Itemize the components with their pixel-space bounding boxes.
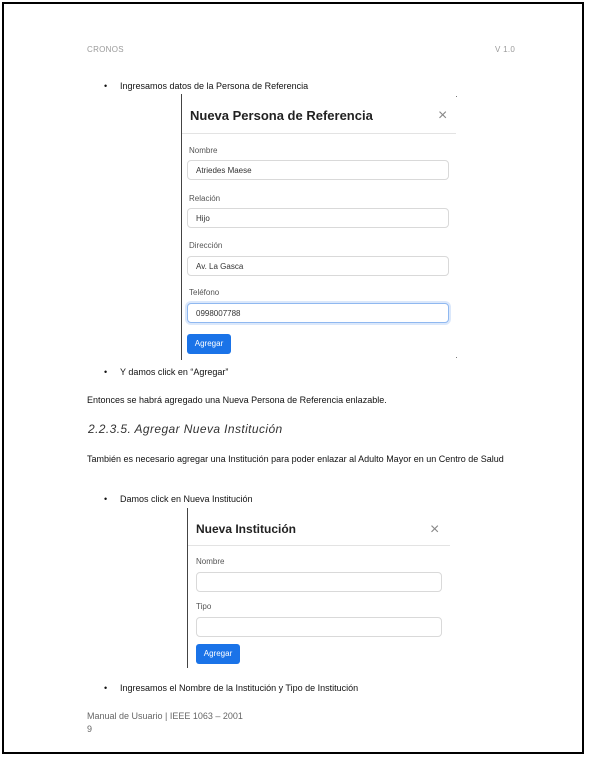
field-label-direccion: Dirección (189, 241, 223, 250)
field-label-tipo: Tipo (196, 602, 212, 611)
modal-divider (188, 545, 450, 546)
agregar-button[interactable]: Agregar (196, 644, 240, 664)
field-label-nombre: Nombre (196, 557, 225, 566)
section-heading: 2.2.3.5. Agregar Nueva Institución (88, 422, 283, 436)
bullet-text: Ingresamos datos de la Persona de Refere… (120, 81, 309, 91)
header-app-name: CRONOS (87, 45, 124, 54)
modal-divider (182, 133, 456, 134)
telefono-input[interactable]: 0998007788 (187, 303, 449, 323)
paragraph: También es necesario agregar una Institu… (87, 454, 504, 464)
close-icon[interactable]: × (430, 522, 439, 538)
tipo-input[interactable] (196, 617, 442, 637)
modal-nueva-institucion: Nueva Institución × Nombre Tipo Agregar (188, 511, 450, 669)
direccion-input[interactable]: Av. La Gasca (187, 256, 449, 276)
bullet-dot: • (104, 367, 108, 377)
field-label-nombre: Nombre (189, 146, 218, 155)
header-version: V 1.0 (495, 45, 516, 54)
close-icon[interactable]: × (438, 108, 447, 124)
paragraph: Entonces se habrá agregado una Nueva Per… (87, 395, 387, 405)
footer-text: Manual de Usuario | IEEE 1063 – 2001 (87, 711, 243, 721)
bullet-text: Ingresamos el Nombre de la Institución y… (120, 683, 359, 693)
bullet-dot: • (104, 494, 108, 504)
modal-title: Nueva Persona de Referencia (190, 108, 373, 123)
field-label-telefono: Teléfono (189, 288, 220, 297)
nombre-input[interactable] (196, 572, 442, 592)
bullet-text: Damos click en Nueva Institución (120, 494, 253, 504)
nombre-input[interactable]: Atriedes Maese (187, 160, 449, 180)
modal-nueva-persona-referencia: Nueva Persona de Referencia × Nombre Atr… (182, 96, 456, 360)
agregar-button[interactable]: Agregar (187, 334, 231, 354)
bullet-dot: • (104, 81, 108, 91)
modal-title: Nueva Institución (196, 522, 297, 536)
page-number: 9 (87, 724, 93, 734)
bullet-text: Y damos click en “Agregar” (120, 367, 229, 377)
relacion-input[interactable]: Hijo (187, 208, 449, 228)
bullet-dot: • (104, 683, 108, 693)
field-label-relacion: Relación (189, 194, 221, 203)
